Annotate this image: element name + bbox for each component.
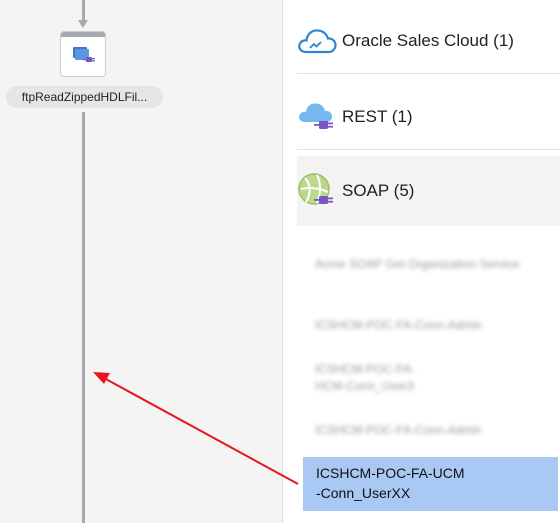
cloud-icon (298, 29, 337, 54)
connections-palette: Oracle Sales Cloud (1) REST (1) SOAP (5)… (282, 0, 560, 523)
category-label: Oracle Sales Cloud (1) (342, 31, 514, 50)
soap-connection-item[interactable]: Acme SOAP Get Organization Service (315, 256, 525, 273)
category-label: SOAP (5) (342, 181, 415, 200)
ftp-invoke-node[interactable] (60, 31, 106, 77)
flow-arrow-head (78, 20, 88, 28)
category-divider (297, 149, 560, 150)
category-label: REST (1) (342, 107, 413, 126)
ftp-node-label[interactable]: ftpReadZippedHDLFil... (6, 86, 163, 108)
connection-label: ICSHCM-POC-FA-UCM-Conn_UserXX (316, 465, 465, 501)
rest-cloud-plug-icon (299, 103, 333, 129)
soap-globe-plug-icon (298, 173, 333, 205)
category-oracle-sales-cloud[interactable]: Oracle Sales Cloud (1) (297, 5, 560, 77)
category-divider (297, 73, 560, 74)
category-rest[interactable]: REST (1) (297, 81, 560, 153)
integration-canvas: ftpReadZippedHDLFil... (0, 0, 282, 523)
flow-connector-main (82, 112, 85, 523)
soap-connection-item-selected[interactable]: ICSHCM-POC-FA-UCM-Conn_UserXX (303, 457, 558, 511)
category-soap[interactable]: SOAP (5) (297, 156, 560, 226)
folder-plug-icon (73, 47, 95, 62)
soap-connection-item[interactable]: ICSHCM-POC-FA-Conn-Admin (315, 317, 525, 334)
soap-connection-item[interactable]: ICSHCM-POC-FA-Conn-Admin (315, 422, 525, 439)
soap-connection-item[interactable]: ICSHCM-POC-FA-HCM-Conn_User3 (315, 361, 445, 395)
